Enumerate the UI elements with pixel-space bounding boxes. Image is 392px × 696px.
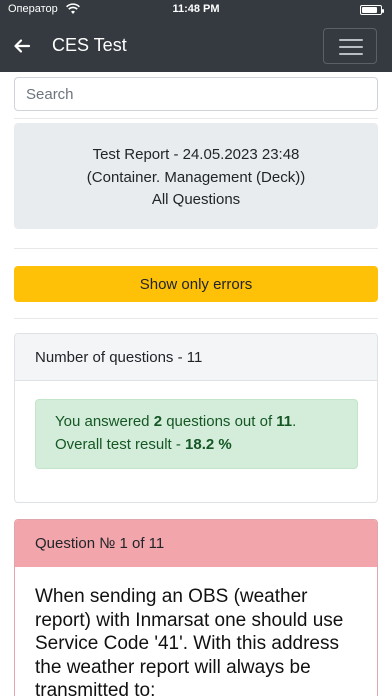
battery-icon bbox=[360, 5, 384, 15]
divider bbox=[14, 248, 378, 249]
report-title: Test Report - 24.05.2023 23:48 bbox=[92, 146, 300, 163]
hamburger-menu-icon bbox=[339, 39, 363, 41]
total-count: 11 bbox=[276, 413, 293, 430]
divider bbox=[14, 118, 378, 119]
summary-header: Number of questions - 11 bbox=[15, 334, 377, 381]
report-scope: All Questions bbox=[151, 191, 241, 208]
answered-count: 2 bbox=[153, 413, 163, 430]
top-navbar: CES Test bbox=[0, 20, 392, 72]
status-bar: Оператор 11:48 PM bbox=[0, 0, 392, 20]
question-text: When sending an OBS (weather report) wit… bbox=[35, 586, 344, 696]
question-card: Question № 1 of 11 When sending an OBS (… bbox=[14, 519, 378, 696]
page-title: CES Test bbox=[52, 35, 127, 55]
report-subtitle: (Container. Management (Deck)) bbox=[86, 168, 306, 186]
search-input[interactable] bbox=[14, 77, 378, 111]
report-header: Test Report - 24.05.2023 23:48 (Containe… bbox=[14, 123, 378, 229]
summary-card: Number of questions - 11 You answered 2 … bbox=[14, 333, 378, 503]
result-alert: You answered 2 questions out of 11. Over… bbox=[35, 399, 358, 469]
show-only-errors-button[interactable]: Show only errors bbox=[14, 266, 378, 302]
divider bbox=[14, 318, 378, 319]
question-header: Question № 1 of 11 bbox=[15, 520, 377, 567]
arrow-left-icon[interactable] bbox=[12, 36, 32, 56]
result-line: Overall test result - 18.2 % bbox=[55, 435, 232, 453]
clock: 11:48 PM bbox=[172, 3, 220, 15]
result-value: 18.2 % bbox=[185, 435, 232, 453]
hamburger-menu-button[interactable] bbox=[323, 28, 377, 64]
answered-line: You answered 2 questions out of 11. bbox=[55, 413, 297, 430]
